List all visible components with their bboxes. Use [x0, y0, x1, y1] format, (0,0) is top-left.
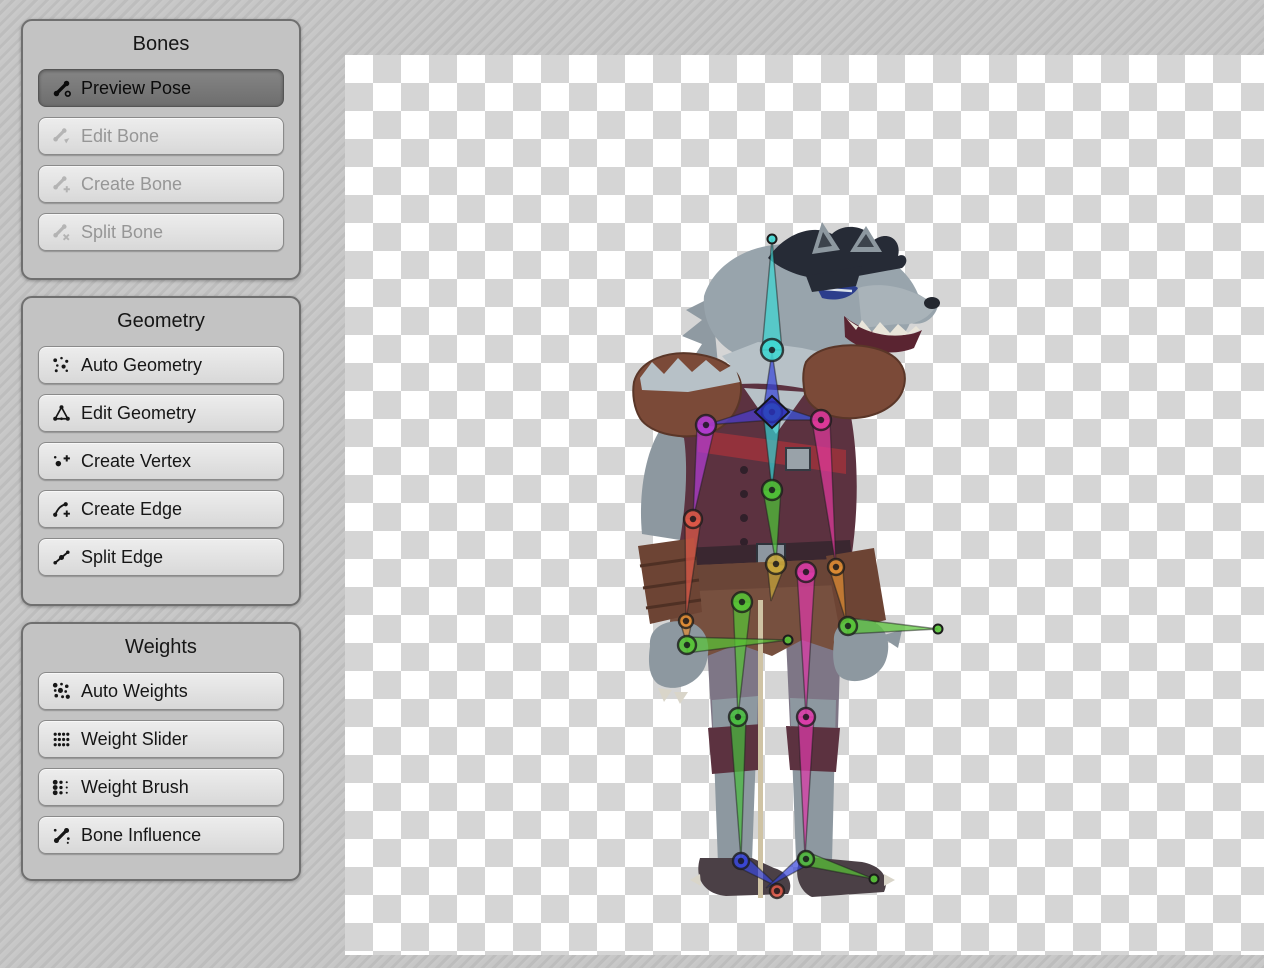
weights-panel-title: Weights [23, 624, 299, 660]
create-vertex-icon [49, 450, 73, 472]
button-label: Auto Weights [81, 681, 188, 702]
edit-bone-button[interactable]: Edit Bone [38, 117, 284, 155]
button-label: Weight Brush [81, 777, 189, 798]
button-label: Split Bone [81, 222, 163, 243]
weights-panel: Weights Auto Weights Weight Slider Weigh… [21, 622, 301, 881]
create-edge-icon [49, 498, 73, 520]
split-bone-button[interactable]: Split Bone [38, 213, 284, 251]
bones-panel-title: Bones [23, 21, 299, 57]
split-edge-button[interactable]: Split Edge [38, 538, 284, 576]
weight-slider-button[interactable]: Weight Slider [38, 720, 284, 758]
bone-influence-icon [49, 824, 73, 846]
geometry-panel-title: Geometry [23, 298, 299, 334]
weight-brush-button[interactable]: Weight Brush [38, 768, 284, 806]
preview-pose-icon [49, 77, 73, 99]
create-vertex-button[interactable]: Create Vertex [38, 442, 284, 480]
auto-geometry-button[interactable]: Auto Geometry [38, 346, 284, 384]
button-label: Create Edge [81, 499, 182, 520]
geometry-panel: Geometry Auto Geometry Edit Geometry Cre… [21, 296, 301, 606]
auto-geometry-icon [49, 354, 73, 376]
button-label: Weight Slider [81, 729, 188, 750]
button-label: Preview Pose [81, 78, 191, 99]
button-label: Edit Bone [81, 126, 159, 147]
edit-geometry-button[interactable]: Edit Geometry [38, 394, 284, 432]
auto-weights-button[interactable]: Auto Weights [38, 672, 284, 710]
edit-bone-icon [49, 125, 73, 147]
button-label: Create Bone [81, 174, 182, 195]
create-bone-icon [49, 173, 73, 195]
button-label: Split Edge [81, 547, 163, 568]
button-label: Create Vertex [81, 451, 191, 472]
split-edge-icon [49, 546, 73, 568]
preview-pose-button[interactable]: Preview Pose [38, 69, 284, 107]
split-bone-icon [49, 221, 73, 243]
create-bone-button[interactable]: Create Bone [38, 165, 284, 203]
auto-weights-icon [49, 680, 73, 702]
bones-panel: Bones Preview Pose Edit Bone Create Bone [21, 19, 301, 280]
bone-influence-button[interactable]: Bone Influence [38, 816, 284, 854]
weight-brush-icon [49, 776, 73, 798]
edit-geometry-icon [49, 402, 73, 424]
button-label: Edit Geometry [81, 403, 196, 424]
weight-slider-icon [49, 728, 73, 750]
create-edge-button[interactable]: Create Edge [38, 490, 284, 528]
skeleton-overlay[interactable] [345, 55, 1264, 955]
button-label: Bone Influence [81, 825, 201, 846]
scene-canvas[interactable] [345, 55, 1264, 955]
button-label: Auto Geometry [81, 355, 202, 376]
skinning-editor: Bones Preview Pose Edit Bone Create Bone [0, 0, 1264, 968]
